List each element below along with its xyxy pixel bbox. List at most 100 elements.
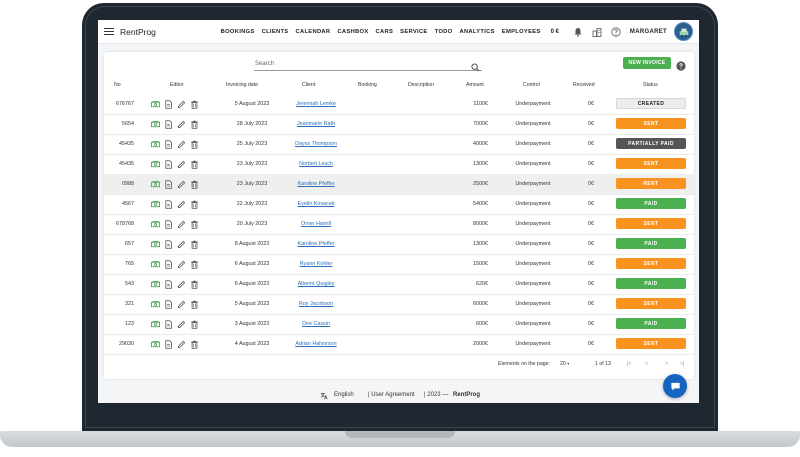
prev-page-icon[interactable]: < <box>645 361 648 367</box>
document-icon[interactable] <box>164 219 173 229</box>
pencil-icon[interactable] <box>177 139 186 149</box>
trash-icon[interactable] <box>190 339 199 349</box>
trash-icon[interactable] <box>190 139 199 149</box>
client-link[interactable]: Jeremiah Lemke <box>282 101 350 107</box>
cash-icon[interactable] <box>151 239 160 249</box>
document-icon[interactable] <box>164 259 173 269</box>
table-row[interactable]: 123 3 August 2023 Dee Cassin 600€ Underpayme… <box>104 315 694 335</box>
trash-icon[interactable] <box>190 199 199 209</box>
document-icon[interactable] <box>164 279 173 289</box>
cash-icon[interactable] <box>151 279 160 289</box>
cash-icon[interactable] <box>151 119 160 129</box>
document-icon[interactable] <box>164 99 173 109</box>
cash-icon[interactable] <box>151 99 160 109</box>
status-badge[interactable]: PAID <box>616 278 686 289</box>
nav-item-bookings[interactable]: BOOKINGS <box>221 29 255 35</box>
status-badge[interactable]: SENT <box>616 218 686 229</box>
table-row[interactable]: 678768 20 July 2023 Omer Hamill 8000€ Underp… <box>104 215 694 235</box>
table-row[interactable]: 45435 23 July 2023 Norbert Lesch 1300€ Under… <box>104 155 694 175</box>
status-badge[interactable]: RENT <box>616 178 686 189</box>
client-link[interactable]: Evelin Kovacek <box>282 201 350 207</box>
search-icon[interactable] <box>471 59 480 72</box>
document-icon[interactable] <box>164 299 173 309</box>
trash-icon[interactable] <box>190 279 199 289</box>
col-date[interactable]: Invoicing date <box>226 82 258 88</box>
client-link[interactable]: Karoline Pfeffer <box>282 181 350 187</box>
status-badge[interactable]: PAID <box>616 238 686 249</box>
status-badge[interactable]: PAID <box>616 198 686 209</box>
status-badge[interactable]: SENT <box>616 338 686 349</box>
status-badge[interactable]: SENT <box>616 118 686 129</box>
pencil-icon[interactable] <box>177 119 186 129</box>
new-invoice-button[interactable]: NEW INVOICE <box>623 57 671 69</box>
nav-item-cars[interactable]: CARS <box>376 29 394 35</box>
cash-icon[interactable] <box>151 259 160 269</box>
document-icon[interactable] <box>164 199 173 209</box>
first-page-icon[interactable]: |< <box>627 361 631 367</box>
table-row[interactable]: 543 6 August 2023 Alberto Quigley 620€ Under… <box>104 275 694 295</box>
document-icon[interactable] <box>164 179 173 189</box>
client-link[interactable]: Dee Cassin <box>282 321 350 327</box>
trash-icon[interactable] <box>190 159 199 169</box>
user-agreement-link[interactable]: | User Agreement <box>368 392 415 398</box>
client-link[interactable]: Roy Jacobson <box>282 301 350 307</box>
pencil-icon[interactable] <box>177 219 186 229</box>
client-link[interactable]: Adrian Halvorson <box>282 341 350 347</box>
search-input[interactable]: Search <box>255 61 274 67</box>
cash-icon[interactable] <box>151 299 160 309</box>
pencil-icon[interactable] <box>177 299 186 309</box>
trash-icon[interactable] <box>190 239 199 249</box>
document-icon[interactable] <box>164 119 173 129</box>
nav-item-todo[interactable]: TODO <box>435 29 453 35</box>
bell-icon[interactable] <box>573 27 583 37</box>
status-badge[interactable]: PARTIALLY PAID <box>616 138 686 149</box>
trash-icon[interactable] <box>190 219 199 229</box>
document-icon[interactable] <box>164 139 173 149</box>
client-link[interactable]: Jeanmarie Rath <box>282 121 350 127</box>
nav-item-employees[interactable]: EMPLOYEES <box>502 29 541 35</box>
client-link[interactable]: Alberto Quigley <box>282 281 350 287</box>
table-row[interactable]: 765 6 August 2023 Ryann Kohler 1500€ Underpa… <box>104 255 694 275</box>
help-icon[interactable] <box>676 58 686 71</box>
table-row[interactable]: 676767 5 August 2023 Jeremiah Lemke 1100€ Un… <box>104 95 694 115</box>
status-badge[interactable]: PAID <box>616 318 686 329</box>
brand-name[interactable]: RentProg <box>120 27 156 37</box>
pencil-icon[interactable] <box>177 99 186 109</box>
status-badge[interactable]: SENT <box>616 298 686 309</box>
cash-icon[interactable] <box>151 179 160 189</box>
trash-icon[interactable] <box>190 99 199 109</box>
table-row[interactable]: 321 5 August 2023 Roy Jacobson 6000€ Underpa… <box>104 295 694 315</box>
chat-button[interactable] <box>663 374 687 398</box>
next-page-icon[interactable]: > <box>665 361 668 367</box>
col-editor[interactable]: Editor <box>170 82 184 88</box>
trash-icon[interactable] <box>190 179 199 189</box>
cash-icon[interactable] <box>151 139 160 149</box>
avatar[interactable] <box>674 22 693 41</box>
per-page-select[interactable]: 20 ▾ <box>560 361 569 367</box>
trash-icon[interactable] <box>190 119 199 129</box>
table-row[interactable]: 657 8 August 2023 Karoline Pfeffer 1300€ Und… <box>104 235 694 255</box>
pencil-icon[interactable] <box>177 279 186 289</box>
pencil-icon[interactable] <box>177 339 186 349</box>
pencil-icon[interactable] <box>177 319 186 329</box>
trash-icon[interactable] <box>190 299 199 309</box>
document-icon[interactable] <box>164 159 173 169</box>
status-badge[interactable]: CREATED <box>616 98 686 109</box>
help-circle-icon[interactable] <box>611 26 621 37</box>
nav-item-analytics[interactable]: ANALYTICS <box>459 29 494 35</box>
nav-item-service[interactable]: SERVICE <box>400 29 427 35</box>
document-icon[interactable] <box>164 319 173 329</box>
cash-icon[interactable] <box>151 319 160 329</box>
language-icon[interactable] <box>320 392 328 402</box>
pencil-icon[interactable] <box>177 259 186 269</box>
table-row[interactable]: 5654 28 July 2023 Jeanmarie Rath 7000€ Under… <box>104 115 694 135</box>
col-description[interactable]: Description <box>408 82 434 88</box>
document-icon[interactable] <box>164 339 173 349</box>
cash-icon[interactable] <box>151 199 160 209</box>
trash-icon[interactable] <box>190 259 199 269</box>
table-row[interactable]: 0988 23 July 2023 Karoline Pfeffer 2500€ Und… <box>104 175 694 195</box>
last-page-icon[interactable]: >| <box>680 361 684 367</box>
col-booking[interactable]: Booking <box>358 82 377 88</box>
buildings-icon[interactable] <box>592 27 602 37</box>
cash-icon[interactable] <box>151 159 160 169</box>
